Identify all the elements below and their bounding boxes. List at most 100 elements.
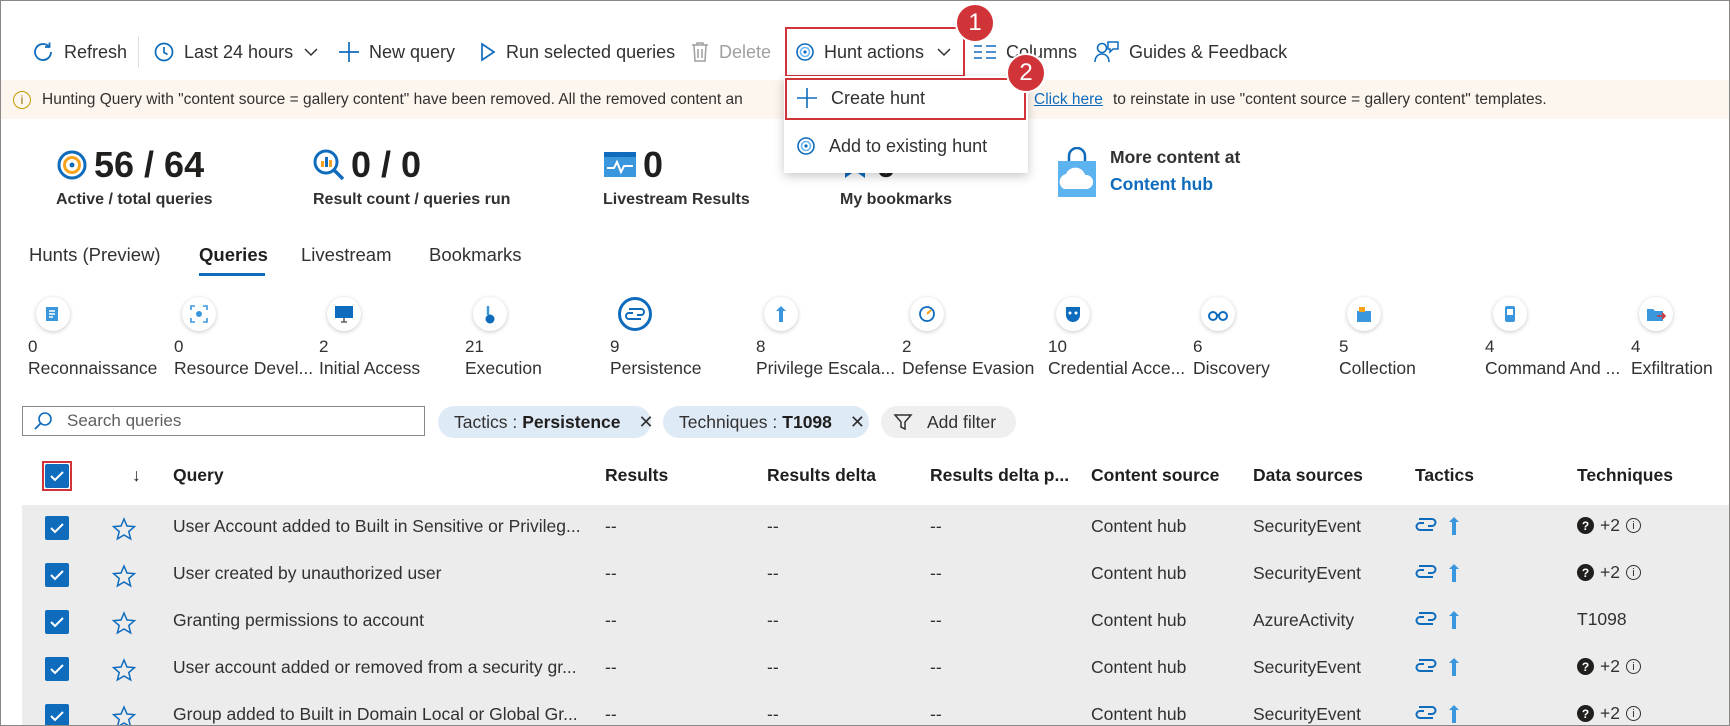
- refresh-button[interactable]: Refresh: [31, 31, 127, 73]
- tactic-resource-development[interactable]: 0 Resource Devel...: [174, 297, 314, 379]
- new-query-label: New query: [369, 41, 456, 62]
- unknown-technique-icon: ?: [1577, 517, 1594, 534]
- results-delta-percent-value: --: [930, 704, 942, 724]
- tab-queries[interactable]: Queries: [199, 244, 268, 266]
- column-header-query[interactable]: Query: [173, 465, 224, 486]
- checkmark-icon: [50, 570, 64, 581]
- techniques-cell: T1098: [1577, 609, 1627, 630]
- funnel-icon: [893, 414, 913, 431]
- tactic-credential-access[interactable]: 10 Credential Acce...: [1048, 297, 1188, 379]
- table-row[interactable]: User created by unauthorized user -- -- …: [22, 552, 1729, 599]
- table-row[interactable]: Granting permissions to account -- -- --…: [22, 599, 1729, 646]
- tactic-name: Execution: [465, 358, 542, 378]
- query-name[interactable]: Granting permissions to account: [173, 610, 424, 631]
- close-icon[interactable]: ✕: [638, 412, 653, 433]
- column-header-results-delta-percent[interactable]: Results delta p...: [930, 465, 1069, 486]
- defense-evasion-icon: [910, 297, 944, 331]
- star-icon[interactable]: [112, 658, 136, 682]
- tactic-command-and-control[interactable]: 4 Command And ...: [1485, 297, 1625, 379]
- column-header-content-source[interactable]: Content source: [1091, 465, 1219, 486]
- livestream-value: 0: [643, 144, 664, 185]
- tactic-exfiltration[interactable]: 4 Exfiltration: [1631, 297, 1729, 379]
- close-icon[interactable]: ✕: [850, 412, 865, 433]
- livestream-label: Livestream Results: [603, 191, 750, 208]
- results-delta-value: --: [767, 704, 779, 724]
- info-icon[interactable]: i: [1625, 565, 1641, 580]
- tactic-privilege-escalation[interactable]: 8 Privilege Escala...: [756, 297, 896, 379]
- unknown-technique-icon: ?: [1577, 658, 1594, 675]
- execution-icon: [473, 297, 507, 331]
- query-name[interactable]: User account added or removed from a sec…: [173, 657, 577, 678]
- shopping-bag-icon: [1058, 147, 1096, 197]
- tactic-initial-access[interactable]: 2 Initial Access: [319, 297, 459, 379]
- tab-bookmarks[interactable]: Bookmarks: [429, 244, 522, 266]
- content-hub-promo: More content at Content hub: [1054, 147, 1240, 199]
- content-hub-link[interactable]: Content hub: [1110, 174, 1240, 195]
- info-icon[interactable]: i: [1625, 706, 1641, 721]
- tactic-count: 10: [1048, 337, 1067, 356]
- row-checkbox[interactable]: [45, 610, 69, 634]
- trash-icon: [692, 42, 708, 62]
- table-row[interactable]: Group added to Built in Domain Local or …: [22, 693, 1729, 726]
- techniques-cell: ? +2 i: [1577, 703, 1641, 724]
- star-icon[interactable]: [112, 705, 136, 726]
- tab-livestream[interactable]: Livestream: [301, 244, 391, 266]
- tactic-defense-evasion[interactable]: 2 Defense Evasion: [902, 297, 1042, 379]
- data-source-value: AzureActivity: [1253, 610, 1355, 630]
- column-header-results-delta[interactable]: Results delta: [767, 465, 876, 486]
- delete-button[interactable]: Delete: [690, 31, 771, 73]
- checkmark-icon: [50, 523, 64, 534]
- row-checkbox[interactable]: [45, 704, 69, 725]
- row-checkbox[interactable]: [45, 563, 69, 587]
- column-header-data-sources[interactable]: Data sources: [1253, 465, 1363, 486]
- guides-label: Guides & Feedback: [1129, 41, 1288, 62]
- hunt-target-icon: [797, 137, 815, 155]
- checkmark-icon: [50, 617, 64, 628]
- row-checkbox[interactable]: [45, 516, 69, 540]
- tactic-execution[interactable]: 21 Execution: [465, 297, 605, 379]
- table-row[interactable]: User Account added to Built in Sensitive…: [22, 505, 1729, 552]
- select-all-checkbox[interactable]: [45, 464, 69, 488]
- tactic-collection[interactable]: 5 Collection: [1339, 297, 1479, 379]
- tactic-persistence[interactable]: 9 Persistence: [610, 297, 750, 379]
- info-icon[interactable]: i: [1625, 518, 1641, 533]
- sort-arrow-icon[interactable]: ↓: [132, 465, 141, 486]
- column-header-results[interactable]: Results: [605, 465, 668, 486]
- tactic-count: 4: [1631, 337, 1641, 356]
- tactic-count: 5: [1339, 337, 1349, 356]
- run-selected-queries-button[interactable]: Run selected queries: [479, 31, 675, 73]
- guides-feedback-button[interactable]: Guides & Feedback: [1094, 31, 1287, 73]
- privilege-escalation-tactic-icon: [1445, 703, 1463, 725]
- new-query-button[interactable]: New query: [338, 31, 455, 73]
- query-name[interactable]: User Account added to Built in Sensitive…: [173, 516, 581, 537]
- checkmark-icon: [50, 471, 64, 482]
- query-name[interactable]: Group added to Built in Domain Local or …: [173, 704, 578, 725]
- search-queries-input[interactable]: Search queries: [22, 406, 425, 436]
- table-row[interactable]: User account added or removed from a sec…: [22, 646, 1729, 693]
- data-source-value: SecurityEvent: [1253, 704, 1361, 724]
- row-checkbox[interactable]: [45, 657, 69, 681]
- search-placeholder: Search queries: [67, 411, 182, 430]
- active-queries-value: 56 / 64: [94, 144, 205, 185]
- tab-hunts-preview[interactable]: Hunts (Preview): [29, 244, 161, 266]
- click-here-link[interactable]: Click here: [1034, 91, 1103, 109]
- tactics-filter-pill[interactable]: Tactics : Persistence ✕: [438, 406, 654, 438]
- persistence-tactic-icon: [1415, 610, 1437, 633]
- query-name[interactable]: User created by unauthorized user: [173, 563, 441, 584]
- hunting-page: Refresh Last 24 hours New query Run sele…: [0, 0, 1730, 726]
- column-header-tactics[interactable]: Tactics: [1415, 465, 1474, 486]
- info-icon[interactable]: i: [1625, 659, 1641, 674]
- star-icon[interactable]: [112, 611, 136, 635]
- add-to-existing-hunt-menu-item[interactable]: Add to existing hunt: [784, 124, 1028, 168]
- column-header-techniques[interactable]: Techniques: [1577, 465, 1673, 486]
- techniques-filter-pill[interactable]: Techniques : T1098 ✕: [663, 406, 869, 438]
- tactic-discovery[interactable]: 6 Discovery: [1193, 297, 1333, 379]
- add-filter-button[interactable]: Add filter: [881, 406, 1016, 438]
- star-icon[interactable]: [112, 517, 136, 541]
- tactic-name: Persistence: [610, 358, 702, 378]
- info-icon: i: [13, 90, 31, 109]
- time-range-dropdown[interactable]: Last 24 hours: [153, 31, 319, 73]
- star-icon[interactable]: [112, 564, 136, 588]
- search-chart-icon: [313, 149, 345, 181]
- tactic-reconnaissance[interactable]: 0 Reconnaissance: [28, 297, 168, 379]
